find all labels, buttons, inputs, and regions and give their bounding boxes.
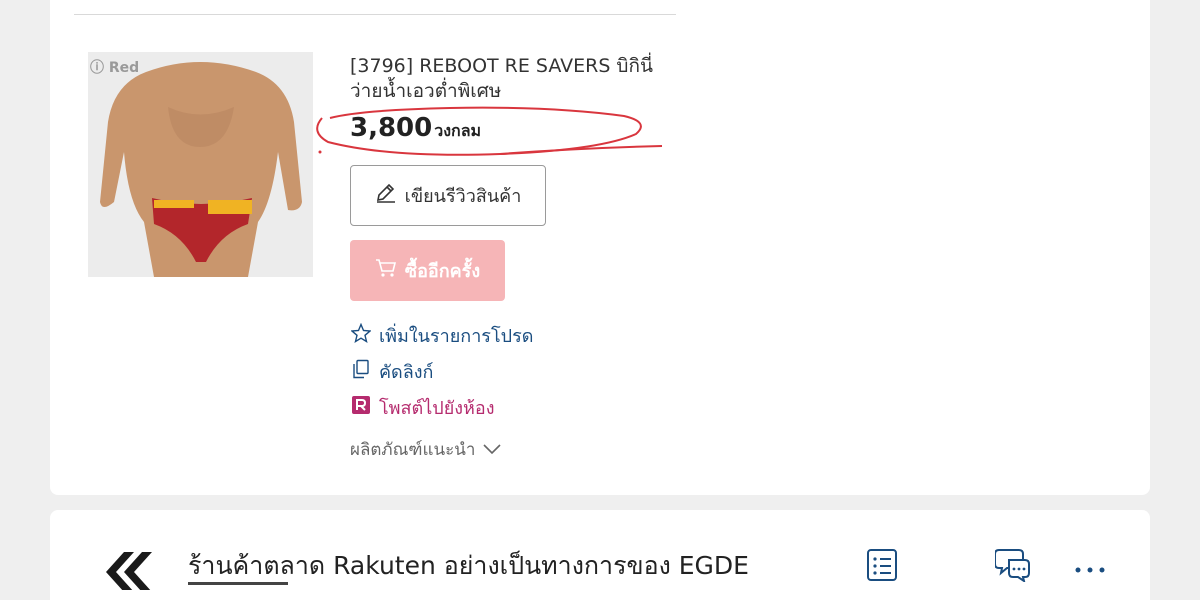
info-icon: ⓘ	[90, 60, 104, 76]
rakuten-room-icon	[351, 395, 371, 420]
product-image[interactable]	[88, 52, 313, 277]
list-icon[interactable]	[865, 548, 899, 586]
chat-icon[interactable]	[994, 546, 1033, 586]
write-review-button[interactable]: เขียนรีวิวสินค้า	[350, 165, 546, 226]
copy-link[interactable]: คัดลิงก์	[351, 357, 433, 386]
buy-again-label: ซื้ออีกครั้ง	[404, 261, 481, 282]
copy-icon	[351, 359, 371, 384]
cart-icon	[375, 257, 397, 284]
price-unit: วงกลม	[434, 121, 482, 140]
copy-link-label: คัดลิงก์	[379, 362, 434, 383]
add-to-favorites-link[interactable]: เพิ่มในรายการโปรด	[350, 321, 534, 350]
price-value: 3,800	[350, 113, 433, 143]
write-review-label: เขียนรีวิวสินค้า	[404, 186, 522, 207]
shop-name[interactable]: ร้านค้าตลาด Rakuten อย่างเป็นทางการของ E…	[188, 546, 749, 586]
buy-again-button[interactable]: ซื้ออีกครั้ง	[350, 240, 505, 301]
divider	[74, 14, 676, 15]
chevron-down-icon	[483, 440, 501, 460]
recommended-products-label: ผลิตภัณฑ์แนะนำ	[350, 440, 476, 460]
pencil-icon	[375, 182, 397, 209]
double-chevron-left-icon[interactable]	[98, 550, 154, 594]
star-icon	[350, 322, 372, 348]
add-to-favorites-label: เพิ่มในรายการโปรด	[379, 326, 534, 347]
recommended-products-toggle[interactable]: ผลิตภัณฑ์แนะนำ	[350, 436, 501, 463]
product-price: 3,800 วงกลม	[350, 113, 481, 144]
color-badge: ⓘ Red	[90, 60, 140, 76]
post-to-room-label: โพสต์ไปยังห้อง	[379, 398, 495, 419]
product-title[interactable]: [3796] REBOOT RE SAVERS บิกินี่ว่ายน้ำเอ…	[350, 54, 670, 104]
post-to-room-link[interactable]: โพสต์ไปยังห้อง	[351, 393, 495, 422]
more-icon[interactable]	[1074, 560, 1106, 579]
